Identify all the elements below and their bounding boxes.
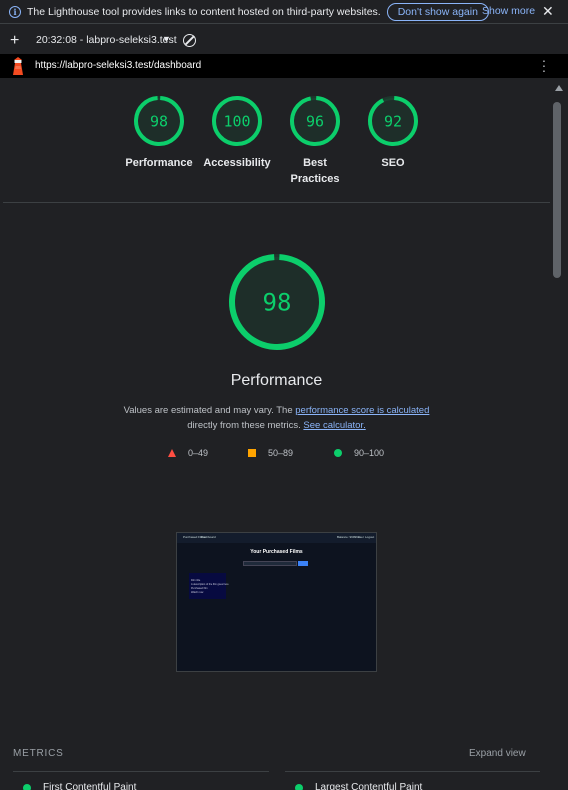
info-icon: i — [9, 5, 21, 18]
thumb-nav-user: user — [358, 535, 364, 539]
dont-show-again-button[interactable]: Don't show again — [386, 2, 489, 21]
report-selector[interactable]: 20:32:08 - labpro-seleksi3.test — [36, 34, 177, 46]
gauge-score: 100 — [223, 112, 250, 130]
clear-reports-icon[interactable] — [183, 34, 196, 47]
category-gauges: 98 Performance 100 Accessibility 96 Best… — [3, 80, 550, 203]
average-square-icon — [248, 449, 256, 457]
lighthouse-toolbar: + 20:32:08 - labpro-seleksi3.test ▼ — [0, 30, 568, 52]
pass-circle-icon — [23, 783, 31, 790]
thumb-nav-mid: Dashboard — [201, 535, 216, 539]
legend-average-label: 50–89 — [268, 448, 294, 458]
gauge-ring: 100 — [212, 96, 262, 146]
gauge-accessibility[interactable]: 100 Accessibility — [197, 95, 277, 171]
gauge-score: 96 — [306, 112, 324, 130]
pass-circle-icon — [295, 783, 303, 790]
gauge-performance[interactable]: 98 Performance — [119, 95, 199, 171]
infobar: i The Lighthouse tool provides links to … — [0, 0, 568, 24]
performance-title: Performance — [230, 372, 323, 389]
metric-fcp: First Contentful Paint — [23, 782, 136, 790]
gauge-seo[interactable]: 92 SEO — [353, 95, 433, 171]
legend-average: 50–89 — [248, 448, 293, 458]
dropdown-arrow-icon[interactable]: ▼ — [162, 34, 171, 44]
metric-lcp-label: Largest Contentful Paint — [315, 782, 423, 790]
thumb-card-line1: Film title — [191, 579, 201, 582]
more-options-icon[interactable]: · · · — [541, 53, 547, 77]
gauge-ring: 96 — [290, 96, 340, 146]
legend-pass-label: 90–100 — [354, 448, 385, 458]
thumb-navbar: Purchased Films Dashboard Balance: 99999… — [177, 533, 376, 543]
pass-circle-icon — [334, 449, 342, 457]
metrics-heading: METRICS — [13, 748, 64, 759]
thumb-film-card: Film title A description of the film goe… — [189, 573, 229, 599]
thumb-card-line2: A description of the film goes here — [191, 583, 229, 586]
legend-pass: 90–100 — [334, 448, 384, 458]
fail-triangle-icon — [168, 449, 176, 457]
thumb-search-input — [243, 561, 297, 566]
desc-text-1: Values are estimated and may vary. The — [123, 405, 296, 416]
thumb-nav-logout: Logout — [365, 535, 375, 539]
report-url[interactable]: https://labpro-seleksi3.test/dashboard — [35, 60, 201, 71]
metric-divider — [13, 771, 269, 772]
gauge-score: 98 — [263, 288, 292, 316]
thumb-nav-right: Balance: 999999 — [337, 535, 360, 539]
infobar-text: The Lighthouse tool provides links to co… — [27, 5, 381, 18]
scrollbar[interactable] — [550, 80, 568, 790]
final-screenshot[interactable]: Purchased Films Dashboard Balance: 99999… — [176, 532, 377, 672]
report-content: 98 Performance 100 Accessibility 96 Best… — [3, 80, 550, 790]
thumb-card-line4: Watch now — [191, 591, 204, 594]
thumb-title: Your Purchased Films — [250, 549, 303, 555]
performance-description: Values are estimated and may vary. The p… — [3, 403, 550, 433]
desc-text-2: directly from these metrics. — [187, 420, 304, 431]
thumb-search-button — [298, 561, 308, 566]
gauge-ring: 98 — [134, 96, 184, 146]
performance-score-gauge: 98 — [229, 254, 325, 350]
new-report-icon[interactable]: + — [10, 30, 19, 52]
see-calculator-link[interactable]: See calculator. — [303, 420, 365, 431]
gauge-label: SEO — [381, 157, 405, 169]
gauge-label: Best Practices — [290, 157, 340, 185]
close-icon[interactable]: ✕ — [542, 3, 554, 20]
score-legend: 0–49 50–89 90–100 — [3, 448, 550, 462]
thumb-card-line3: Purchased film — [191, 587, 208, 590]
gauge-label: Performance — [125, 157, 193, 169]
gauge-score: 98 — [150, 112, 168, 130]
scrollbar-thumb[interactable] — [553, 102, 561, 278]
gauge-score: 92 — [384, 112, 402, 130]
legend-fail-label: 0–49 — [188, 448, 209, 458]
show-more-link[interactable]: Show more — [482, 5, 535, 17]
gauge-best-practices[interactable]: 96 Best Practices — [275, 95, 355, 187]
legend-fail: 0–49 — [168, 448, 208, 458]
metric-fcp-label: First Contentful Paint — [43, 782, 137, 790]
expand-view-toggle[interactable]: Expand view — [469, 748, 526, 759]
gauge-ring: 92 — [368, 96, 418, 146]
report-url-bar: https://labpro-seleksi3.test/dashboard ·… — [0, 53, 568, 78]
scroll-up-icon[interactable] — [555, 85, 563, 91]
metric-divider — [285, 771, 540, 772]
metric-lcp: Largest Contentful Paint — [295, 782, 422, 790]
performance-score-link[interactable]: performance score is calculated — [295, 405, 429, 416]
gauge-label: Accessibility — [203, 157, 271, 169]
lighthouse-logo-icon — [13, 57, 23, 75]
